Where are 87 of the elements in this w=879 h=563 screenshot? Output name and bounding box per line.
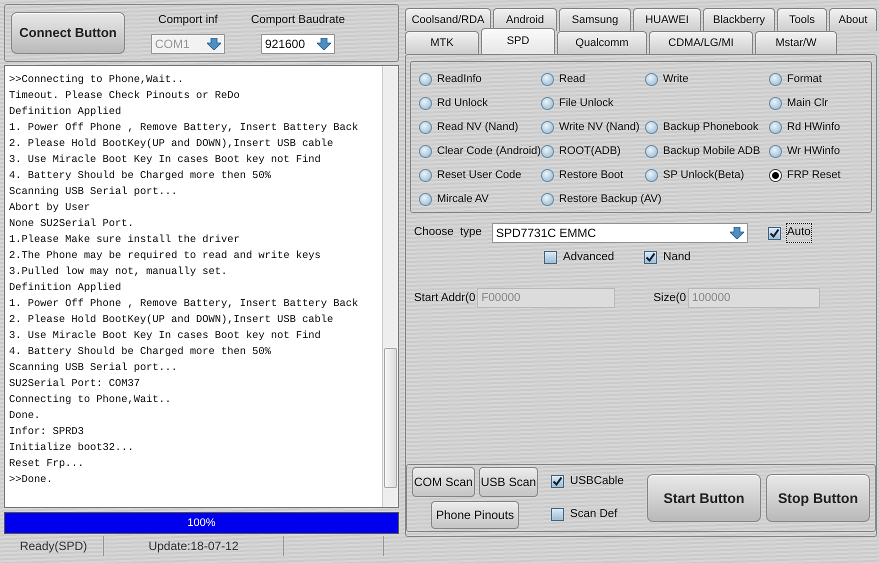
radio-option[interactable]: Read: [541, 71, 586, 88]
log-line: 1. Power Off Phone , Remove Battery, Insert Battery Back: [9, 297, 360, 312]
log-line: 2.The Phone may be required to read and write keys: [9, 249, 322, 264]
radio-option[interactable]: Mircale AV: [419, 191, 489, 208]
status-text: Update:18-07-12: [104, 536, 284, 556]
log-line: 1.Please Make sure install the driver: [9, 233, 241, 248]
dropdown-value: COM1: [155, 36, 190, 53]
checkbox[interactable]: Auto: [768, 224, 811, 242]
radio-option[interactable]: FRP Reset: [769, 167, 841, 184]
radio-option[interactable]: Format: [769, 71, 822, 88]
radio-option[interactable]: Write NV (Nand): [541, 119, 640, 136]
log-line: 4. Battery Should be Charged more then 50%: [9, 169, 272, 184]
tab[interactable]: Samsung: [559, 8, 631, 31]
tab[interactable]: SPD: [481, 28, 555, 54]
checkbox[interactable]: Advanced: [544, 249, 614, 266]
radio-option[interactable]: Wr HWinfo: [769, 143, 840, 160]
radio-option[interactable]: Reset User Code: [419, 167, 522, 184]
log-line: Reset Frp...: [9, 457, 85, 472]
scrollbar[interactable]: [382, 66, 398, 507]
tab[interactable]: HUAWEI: [633, 8, 701, 31]
connect-button[interactable]: Connect Button: [11, 12, 125, 54]
size-label: Size(0: [653, 290, 686, 306]
scrollbar-thumb[interactable]: [384, 348, 397, 488]
radio-option[interactable]: Rd HWinfo: [769, 119, 840, 136]
log-line: 2. Please Hold BootKey(UP and DOWN),Insert USB cable: [9, 137, 334, 152]
start-button[interactable]: Start Button: [647, 474, 761, 522]
log-line: Scanning USB Serial port...: [9, 361, 178, 376]
tab[interactable]: Tools: [777, 8, 827, 31]
choose-type-label: Choose type: [414, 225, 483, 240]
scan-button[interactable]: COM Scan: [412, 467, 475, 497]
log-line: Scanning USB Serial port...: [9, 185, 178, 200]
status-text: Ready(SPD): [4, 536, 104, 556]
log-line: Definition Applied: [9, 281, 122, 296]
tab[interactable]: Qualcomm: [557, 31, 647, 54]
log-line: Done.: [9, 409, 42, 424]
log-line: 3.Pulled low may not, manually set.: [9, 265, 228, 280]
tab[interactable]: About: [829, 8, 877, 31]
log-line: None SU2Serial Port.: [9, 217, 135, 232]
chip-type-dropdown[interactable]: SPD7731C EMMC: [492, 223, 748, 243]
checkbox[interactable]: Scan Def: [551, 506, 624, 524]
checkbox[interactable]: USBCable: [551, 472, 624, 490]
radio-option[interactable]: Restore Backup (AV): [541, 191, 662, 208]
log-line: Definition Applied: [9, 105, 122, 120]
start-address-label: Start Addr(0: [414, 290, 476, 306]
checkbox[interactable]: Nand: [644, 249, 691, 266]
radio-option[interactable]: ROOT(ADB): [541, 143, 621, 160]
tab[interactable]: Blackberry: [703, 8, 775, 31]
dropdown-arrow-icon: [730, 227, 744, 239]
progress-text: 100%: [186, 516, 217, 531]
radio-option[interactable]: Rd Unlock: [419, 95, 488, 112]
log-line: Infor: SPRD3: [9, 425, 85, 440]
log-line: SU2Serial Port: COM37: [9, 377, 141, 392]
radio-option[interactable]: Restore Boot: [541, 167, 624, 184]
radio-option[interactable]: Backup Mobile ADB: [645, 143, 760, 160]
log-line: Initialize boot32...: [9, 441, 135, 456]
tab[interactable]: Coolsand/RDA: [405, 8, 491, 31]
log-line: >>Done.: [9, 473, 54, 488]
scan-button[interactable]: USB Scan: [478, 467, 538, 497]
log-line: Timeout. Please Check Pinouts or ReDo: [9, 89, 241, 104]
log-line: 3. Use Miracle Boot Key In cases Boot key not Find: [9, 329, 322, 344]
dropdown-value: 921600: [264, 36, 306, 53]
radio-option[interactable]: Main Clr: [769, 95, 828, 112]
log-line: >>Connecting to Phone,Wait..: [9, 73, 185, 88]
log-line: Connecting to Phone,Wait..: [9, 393, 172, 408]
radio-option[interactable]: SP Unlock(Beta): [645, 167, 744, 184]
log-line: 1. Power Off Phone , Remove Battery, Insert Battery Back: [9, 121, 360, 136]
stop-button[interactable]: Stop Button: [766, 474, 870, 522]
dropdown-arrow-icon: [207, 38, 221, 50]
tab[interactable]: MTK: [405, 31, 479, 54]
scan-button[interactable]: Phone Pinouts: [431, 501, 520, 529]
dropdown-arrow-icon: [316, 38, 331, 50]
tab[interactable]: CDMA/LG/MI: [649, 31, 753, 54]
radio-option[interactable]: Clear Code (Android): [419, 143, 541, 160]
baudrate-dropdown[interactable]: 921600: [260, 34, 335, 54]
radio-option[interactable]: Write: [645, 71, 688, 88]
radio-option[interactable]: Read NV (Nand): [419, 119, 518, 136]
radio-option[interactable]: Backup Phonebook: [645, 119, 758, 136]
log-line: 3. Use Miracle Boot Key In cases Boot key not Find: [9, 153, 322, 168]
baudrate-label: Comport Baudrate: [251, 13, 345, 28]
log-line: 4. Battery Should be Charged more then 50%: [9, 345, 272, 360]
comport-label: Comport inf: [158, 13, 218, 28]
radio-option[interactable]: ReadInfo: [419, 71, 482, 88]
tab[interactable]: Mstar/W: [755, 31, 837, 54]
log-line: Abort by User: [9, 201, 92, 216]
log-line: 2. Please Hold BootKey(UP and DOWN),Insert USB cable: [9, 313, 334, 328]
radio-option[interactable]: File Unlock: [541, 95, 614, 112]
dropdown-value: SPD7731C EMMC: [496, 225, 596, 242]
